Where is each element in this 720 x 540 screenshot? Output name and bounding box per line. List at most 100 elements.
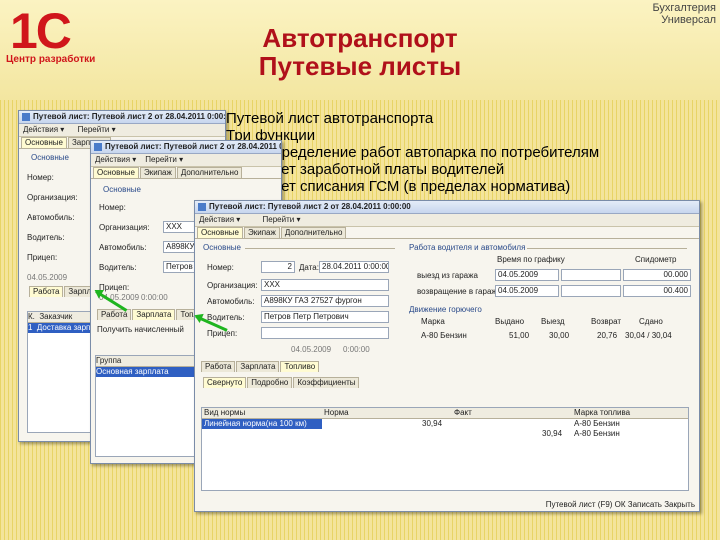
title-line-1: Автотранспорт [262, 23, 458, 53]
slide-header: 1С Центр разработки Автотранспорт Путевы… [0, 0, 720, 100]
fuel-col-handed: Сдано [639, 317, 663, 326]
driver-field[interactable]: Петров Петр Петрович [261, 311, 389, 323]
date-label: Дата: [299, 263, 319, 272]
get-accrued-button[interactable]: Получить начисленный [97, 325, 184, 334]
fuel-col-return: Возврат [591, 317, 621, 326]
window-titlebar[interactable]: Путевой лист: Путевой лист 2 от 28.04.20… [91, 141, 281, 154]
document-icon [22, 113, 30, 121]
col-time-header: Время по графику [497, 255, 565, 264]
return-time-field[interactable] [561, 285, 621, 297]
subtab-strip: РаботаЗарплатаТопливо [199, 361, 320, 372]
fuel-col-issued: Выдано [495, 317, 525, 326]
group-main: Основные [31, 153, 69, 162]
date-field[interactable]: 28.04.2011 0:00:00 [319, 261, 389, 273]
tab-main[interactable]: Основные [197, 227, 243, 238]
car-label: Автомобиль: [207, 297, 255, 306]
subtab-salary[interactable]: Зарплата [236, 361, 280, 372]
car-field[interactable]: А898КУ ГАЗ 27527 фургон [261, 295, 389, 307]
table-row[interactable]: Основная зарплата [96, 367, 206, 377]
collapsed-button[interactable]: Свернуто [203, 377, 247, 388]
bullet-item: •расчет списания ГСМ (в пределах нормати… [226, 178, 686, 195]
group-work: Работа водителя и автомобиля [409, 243, 526, 252]
detailed-button[interactable]: Подробно [247, 377, 293, 388]
table-row[interactable]: Линейная норма(на 100 км) 30,94 А-80 Бен… [202, 419, 688, 429]
actions-menu[interactable]: Действия ▾ [23, 125, 64, 134]
return-date-field[interactable]: 04.05.2009 [495, 285, 559, 297]
col-speedo-header: Спидометр [635, 255, 677, 264]
tab-strip: Основные Экипаж Дополнительно [91, 167, 281, 179]
corner-line-2: Универсал [661, 14, 716, 26]
subtab-work[interactable]: Работа [201, 361, 236, 372]
fuel-depart-value: 30,00 [549, 331, 570, 340]
tab-crew[interactable]: Экипаж [139, 167, 176, 178]
trailer-label: Прицеп: [27, 253, 58, 262]
number-field[interactable]: 2 [261, 261, 295, 273]
car-label: Автомобиль: [27, 213, 75, 222]
group-divider [527, 248, 687, 249]
subtab-work[interactable]: Работа [29, 286, 64, 297]
title-line-2: Путевые листы [258, 51, 462, 81]
tab-extra[interactable]: Дополнительно [176, 167, 243, 178]
depart-speedo-field[interactable]: 00.000 [623, 269, 691, 281]
salary-grid: Группа Основная зарплата [95, 355, 207, 457]
org-field[interactable]: ХХХ [261, 279, 389, 291]
table-row[interactable]: 30,94 А-80 Бензин [202, 429, 688, 439]
tab-main[interactable]: Основные [21, 137, 67, 148]
trailer-date: 04.05.2009 [291, 345, 332, 354]
fuel-view-buttons: Свернуто Подробно Коэффициенты [203, 377, 360, 388]
document-icon [198, 203, 206, 211]
window-toolbar: Действия ▾ Перейти ▾ [19, 124, 225, 137]
grid-header: Группа [96, 356, 206, 367]
bullet-item: •расчет заработной платы водителей [226, 161, 686, 178]
corner-brand: Бухгалтерия Универсал [652, 2, 716, 26]
actions-menu[interactable]: Действия ▾ [199, 215, 240, 224]
window-toolbar: Действия ▾ Перейти ▾ [195, 214, 699, 227]
time-value: 0:00:00 [141, 293, 168, 302]
info-subheading: Три функции [226, 127, 316, 144]
fuel-norm-grid: Вид нормы Норма Факт Марка топлива Линей… [201, 407, 689, 491]
goto-menu[interactable]: Перейти ▾ [145, 155, 183, 164]
group-main: Основные [103, 185, 141, 194]
depart-time-field[interactable] [561, 269, 621, 281]
document-icon [94, 143, 102, 151]
info-text: Путевой лист автотранспорта Три функции … [226, 110, 686, 195]
tab-extra[interactable]: Дополнительно [280, 227, 347, 238]
car-label: Автомобиль: [99, 243, 147, 252]
coefficients-button[interactable]: Коэффициенты [293, 377, 360, 388]
grid-header: Вид нормы Норма Факт Марка топлива [202, 408, 688, 419]
depart-date-field[interactable]: 04.05.2009 [495, 269, 559, 281]
subtab-fuel[interactable]: Топливо [280, 361, 320, 372]
number-label: Номер: [207, 263, 234, 272]
org-label: Организация: [207, 281, 258, 290]
window-footer-buttons[interactable]: Путевой лист (F9) ОК Записать Закрыть [546, 500, 695, 509]
return-label: возвращение в гараж [417, 287, 497, 296]
goto-menu[interactable]: Перейти ▾ [78, 125, 116, 134]
org-label: Организация: [99, 223, 150, 232]
tab-crew[interactable]: Экипаж [243, 227, 280, 238]
bullet-item: •распределение работ автопарка по потреб… [226, 144, 686, 161]
subtab-salary[interactable]: Зарплата [132, 309, 176, 320]
trailer-field[interactable] [261, 327, 389, 339]
actions-menu[interactable]: Действия ▾ [95, 155, 136, 164]
corner-line-1: Бухгалтерия [652, 2, 716, 14]
return-speedo-field[interactable]: 00.400 [623, 285, 691, 297]
window-toolbar: Действия ▾ Перейти ▾ [91, 154, 281, 167]
date-value: 04.05.2009 [27, 273, 68, 282]
trailer-time: 0:00:00 [343, 345, 370, 354]
window-titlebar[interactable]: Путевой лист: Путевой лист 2 от 28.04.20… [195, 201, 699, 214]
trailer-label: Прицеп: [207, 329, 238, 338]
driver-label: Водитель: [27, 233, 65, 242]
info-heading: Путевой лист автотранспорта [226, 110, 434, 127]
number-label: Номер: [99, 203, 126, 212]
goto-menu[interactable]: Перейти ▾ [263, 215, 301, 224]
number-label: Номер: [27, 173, 54, 182]
driver-label: Водитель: [99, 263, 137, 272]
window-titlebar[interactable]: Путевой лист: Путевой лист 2 от 28.04.20… [19, 111, 225, 124]
group-divider [245, 248, 395, 249]
fuel-col-depart: Выезд [541, 317, 565, 326]
fuel-return-value: 20,76 [597, 331, 618, 340]
tab-main[interactable]: Основные [93, 167, 139, 178]
fuel-mark-value: А-80 Бензин [421, 331, 467, 340]
slide-title: Автотранспорт Путевые листы [0, 24, 720, 80]
fuel-col-mark: Марка [421, 317, 445, 326]
